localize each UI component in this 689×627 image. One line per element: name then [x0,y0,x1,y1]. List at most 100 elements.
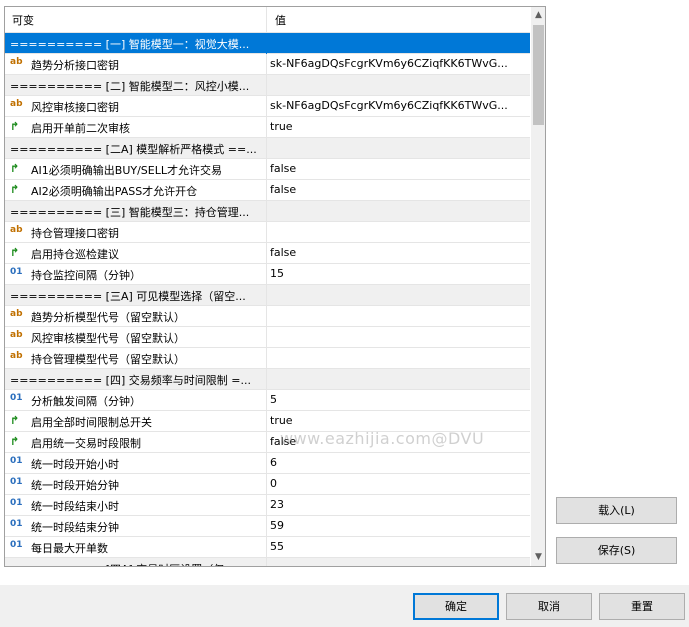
parameter-name: ab 风控审核模型代号（留空默认） [10,330,264,346]
grid-header: 可变 值 [5,7,530,33]
parameter-name: 01 每日最大开单数 [10,540,264,556]
number-type-icon: 01 [10,519,23,529]
parameter-name: ↱ AI1必须明确输出BUY/SELL才允许交易 [10,162,264,178]
parameter-label: AI2必须明确输出PASS才允许开仓 [31,185,198,198]
column-divider [266,75,267,96]
parameter-name: ↱ 启用统一交易时段限制 [10,435,264,451]
parameter-row[interactable]: 01 每日最大开单数 55 [5,537,530,558]
scroll-thumb[interactable] [533,25,544,125]
group-header-row[interactable]: ========== [四] 交易频率与时间限制 =... [5,369,530,390]
parameter-row[interactable]: 01 统一时段开始小时 6 [5,453,530,474]
parameter-name: 01 持仓监控间隔（分钟） [10,267,264,283]
parameter-row[interactable]: ab 趋势分析接口密钥 sk-NF6agDQsFcgrKVm6y6CZiqfKK6T… [5,54,530,75]
column-header-value[interactable]: 值 [275,12,286,28]
parameter-name: ab 持仓管理模型代号（留空默认） [10,351,264,367]
parameter-row[interactable]: ab 风控审核接口密钥 sk-NF6agDQsFcgrKVm6y6CZiqfKK6T… [5,96,530,117]
parameter-value[interactable]: 6 [270,456,528,469]
string-type-icon: ab [10,330,23,340]
ok-button[interactable]: 确定 [413,593,499,620]
parameter-value[interactable]: 5 [270,393,528,406]
parameter-label: 统一时段开始分钟 [31,479,119,492]
parameter-label: 统一时段结束小时 [31,500,119,513]
parameter-name: ========== [二] 智能模型二：风控小模... [10,78,265,94]
column-divider [266,285,267,306]
bool-type-icon: ↱ [10,162,20,175]
parameter-row[interactable]: ↱ 启用统一交易时段限制 false [5,432,530,453]
vertical-scrollbar[interactable]: ▲ ▼ [531,7,545,566]
parameter-name: ========== [二A] 模型解析严格模式 ==... [10,141,265,157]
group-header-row[interactable]: ========== [三A] 可见模型选择（留空... [5,285,530,306]
parameter-row[interactable]: ↱ 启用全部时间限制总开关 true [5,411,530,432]
group-header-row[interactable]: ========== [二] 智能模型二：风控小模... [5,75,530,96]
parameter-name: ↱ 启用全部时间限制总开关 [10,414,264,430]
group-header-row[interactable]: ========== [一] 智能模型一：视觉大模... [5,33,530,54]
parameter-row[interactable]: ab 持仓管理接口密钥 [5,222,530,243]
parameter-label: 统一时段结束分钟 [31,521,119,534]
parameter-label: 持仓管理模型代号（留空默认） [31,353,185,366]
parameter-value[interactable]: true [270,120,528,133]
scroll-up-arrow-icon[interactable]: ▲ [531,7,545,24]
load-button[interactable]: 载入(L) [556,497,677,524]
group-header-row[interactable]: ========== [四A] 交易时区设置（仅... [5,558,530,566]
parameter-row[interactable]: ↱ AI1必须明确输出BUY/SELL才允许交易 false [5,159,530,180]
parameter-name: ab 持仓管理接口密钥 [10,225,264,241]
number-type-icon: 01 [10,456,23,466]
parameter-value[interactable]: 23 [270,498,528,511]
parameter-row[interactable]: ab 趋势分析模型代号（留空默认） [5,306,530,327]
cancel-button[interactable]: 取消 [506,593,592,620]
parameter-name: ========== [四] 交易频率与时间限制 =... [10,372,265,388]
parameter-label: 启用统一交易时段限制 [31,437,141,450]
parameter-label: 趋势分析接口密钥 [31,59,119,72]
parameter-row[interactable]: 01 分析触发间隔（分钟） 5 [5,390,530,411]
group-header-row[interactable]: ========== [二A] 模型解析严格模式 ==... [5,138,530,159]
parameter-name: 01 统一时段结束小时 [10,498,264,514]
reset-button[interactable]: 重置 [599,593,685,620]
string-type-icon: ab [10,225,23,235]
parameter-row[interactable]: ab 持仓管理模型代号（留空默认） [5,348,530,369]
parameter-value[interactable]: 15 [270,267,528,280]
parameter-row[interactable]: ↱ 启用持仓巡检建议 false [5,243,530,264]
parameter-value[interactable]: false [270,246,528,259]
parameter-value[interactable]: 55 [270,540,528,553]
column-divider [266,369,267,390]
string-type-icon: ab [10,57,23,67]
parameter-label: ========== [一] 智能模型一：视觉大模... [10,38,250,51]
parameter-value[interactable]: false [270,183,528,196]
save-button[interactable]: 保存(S) [556,537,677,564]
string-type-icon: ab [10,351,23,361]
bool-type-icon: ↱ [10,246,20,259]
parameter-label: 每日最大开单数 [31,542,108,555]
parameter-row[interactable]: ↱ AI2必须明确输出PASS才允许开仓 false [5,180,530,201]
parameter-row[interactable]: 01 统一时段结束分钟 59 [5,516,530,537]
scroll-down-arrow-icon[interactable]: ▼ [531,549,545,566]
parameter-row[interactable]: ab 风控审核模型代号（留空默认） [5,327,530,348]
column-divider [266,411,267,432]
parameter-value[interactable]: true [270,414,528,427]
parameter-value[interactable]: 59 [270,519,528,532]
column-divider [266,222,267,243]
parameter-name: 01 统一时段开始分钟 [10,477,264,493]
parameter-row[interactable]: ↱ 启用开单前二次审核 true [5,117,530,138]
column-divider [266,348,267,369]
parameter-value[interactable]: false [270,162,528,175]
header-divider[interactable] [266,7,267,32]
parameter-name: ========== [三] 智能模型三：持仓管理... [10,204,265,220]
column-divider [266,474,267,495]
parameter-row[interactable]: 01 统一时段开始分钟 0 [5,474,530,495]
parameter-value[interactable]: sk-NF6agDQsFcgrKVm6y6CZiqfKK6TWvG... [270,57,528,70]
column-divider [266,327,267,348]
column-divider [266,537,267,558]
parameter-label: 持仓管理接口密钥 [31,227,119,240]
parameter-row[interactable]: 01 统一时段结束小时 23 [5,495,530,516]
string-type-icon: ab [10,99,23,109]
parameter-row[interactable]: 01 持仓监控间隔（分钟） 15 [5,264,530,285]
parameter-value[interactable]: sk-NF6agDQsFcgrKVm6y6CZiqfKK6TWvG... [270,99,528,112]
number-type-icon: 01 [10,393,23,403]
parameter-name: ↱ 启用持仓巡检建议 [10,246,264,262]
parameter-label: 持仓监控间隔（分钟） [31,269,141,282]
column-header-variable[interactable]: 可变 [12,12,34,28]
parameter-value[interactable]: false [270,435,528,448]
group-header-row[interactable]: ========== [三] 智能模型三：持仓管理... [5,201,530,222]
parameter-value[interactable]: 0 [270,477,528,490]
number-type-icon: 01 [10,498,23,508]
